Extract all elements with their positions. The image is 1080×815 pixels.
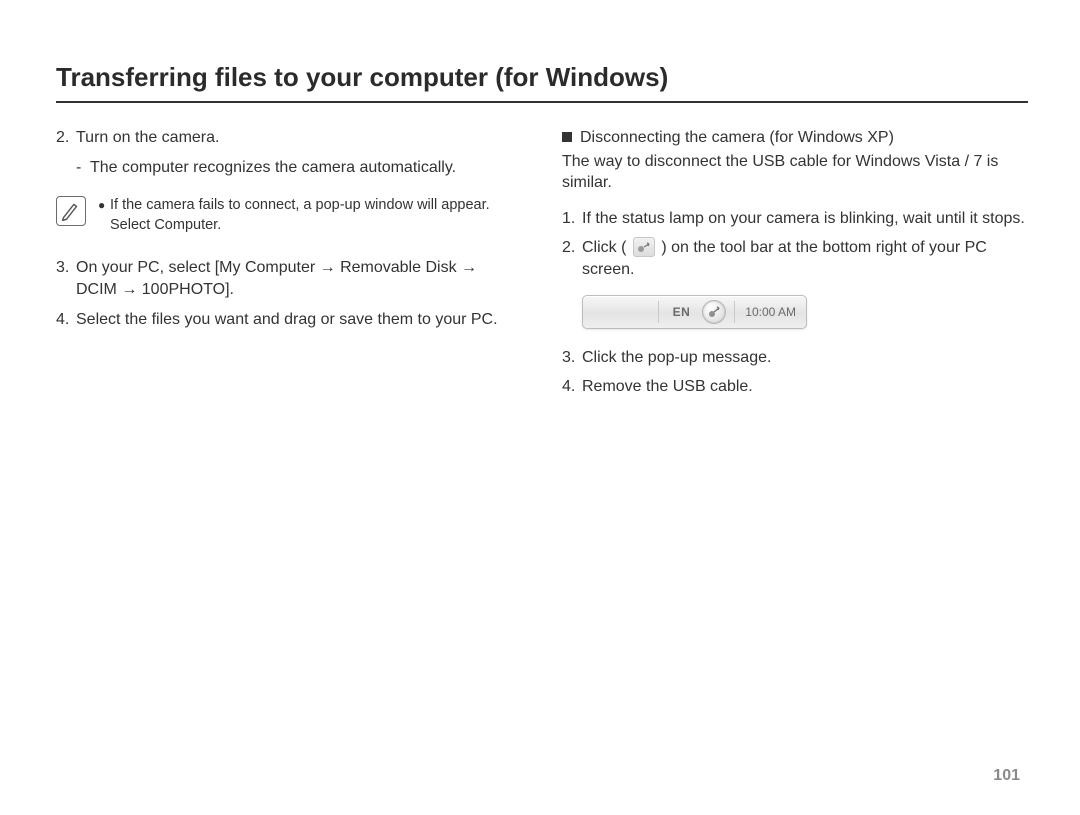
- tray-usb-icon: [633, 237, 655, 257]
- step-text: On your PC, select [My Computer → Remova…: [76, 257, 522, 300]
- disconnect-step-4: 4. Remove the USB cable.: [562, 376, 1028, 398]
- step-number: 3.: [562, 347, 582, 369]
- disconnect-header-line: Disconnecting the camera (for Windows XP…: [562, 127, 1028, 149]
- right-column: Disconnecting the camera (for Windows XP…: [562, 127, 1028, 406]
- taskbar-separator: [734, 301, 735, 323]
- note-lines: ● If the camera fails to connect, a pop-…: [98, 196, 490, 235]
- note-line-2: Select Computer.: [98, 216, 490, 236]
- disconnect-step-1: 1. If the status lamp on your camera is …: [562, 208, 1028, 230]
- page-number: 101: [993, 765, 1020, 787]
- step-text: Remove the USB cable.: [582, 376, 1028, 398]
- step-text: Turn on the camera.: [76, 127, 522, 149]
- step-number: 1.: [562, 208, 582, 230]
- manual-page: Transferring files to your computer (for…: [0, 0, 1080, 815]
- step-text: Click ( ) on the tool bar at the bottom …: [582, 237, 1028, 280]
- dash-bullet: -: [76, 157, 90, 179]
- step-number: 4.: [562, 376, 582, 398]
- d2-pre: Click (: [582, 239, 626, 256]
- step-text: Select the files you want and drag or sa…: [76, 309, 522, 331]
- taskbar-usb-icon: [702, 300, 726, 324]
- disconnect-header: Disconnecting the camera (for Windows XP…: [580, 129, 894, 146]
- step-2-sub-text: The computer recognizes the camera autom…: [90, 157, 456, 179]
- taskbar-time: 10:00 AM: [743, 304, 800, 320]
- step-number: 2.: [562, 237, 582, 280]
- step-number: 4.: [56, 309, 76, 331]
- columns: 2. Turn on the camera. - The computer re…: [56, 127, 1028, 406]
- left-column: 2. Turn on the camera. - The computer re…: [56, 127, 522, 406]
- step-number: 3.: [56, 257, 76, 300]
- disconnect-sub: The way to disconnect the USB cable for …: [562, 151, 1028, 194]
- square-bullet-icon: [562, 132, 572, 142]
- note-box: ● If the camera fails to connect, a pop-…: [56, 196, 522, 235]
- bullet-icon: ●: [98, 196, 110, 213]
- taskbar-separator: [658, 301, 659, 323]
- disconnect-step-3: 3. Click the pop-up message.: [562, 347, 1028, 369]
- taskbar-lang: EN: [667, 304, 697, 320]
- step-2-sub: - The computer recognizes the camera aut…: [56, 157, 522, 179]
- step-3: 3. On your PC, select [My Computer → Rem…: [56, 257, 522, 300]
- note-line-1: If the camera fails to connect, a pop-up…: [110, 196, 490, 216]
- disconnect-header-block: Disconnecting the camera (for Windows XP…: [562, 127, 1028, 194]
- step-number: 2.: [56, 127, 76, 149]
- step-4: 4. Select the files you want and drag or…: [56, 309, 522, 331]
- note-icon: [56, 196, 86, 226]
- taskbar-image: EN 10:00 AM: [582, 295, 807, 329]
- step-text: Click the pop-up message.: [582, 347, 1028, 369]
- step-2: 2. Turn on the camera.: [56, 127, 522, 149]
- disconnect-step-2: 2. Click ( ) on the tool bar at the bott…: [562, 237, 1028, 280]
- step-text: If the status lamp on your camera is bli…: [582, 208, 1028, 230]
- page-title: Transferring files to your computer (for…: [56, 60, 1028, 103]
